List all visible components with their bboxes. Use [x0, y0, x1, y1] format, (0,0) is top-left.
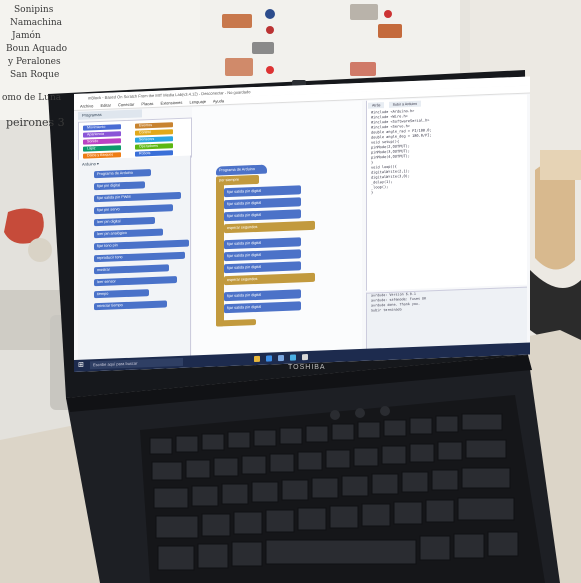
- category-label[interactable]: Sonido: [87, 139, 98, 143]
- console-output: avrdude: Version 6.0.1 avrdude: safemode…: [366, 286, 527, 352]
- category-label[interactable]: Sensores: [139, 137, 154, 142]
- palette-block[interactable]: leer sensor: [94, 276, 177, 287]
- script-block[interactable]: fijar salida pin digital: [224, 185, 301, 198]
- photo-scene: Sonipins Namachina Jamón Boun Aquado y P…: [0, 0, 581, 583]
- poster-line: Boun Aquado: [6, 44, 68, 54]
- script-block[interactable]: fijar salida pin digital: [224, 237, 301, 250]
- script-workspace[interactable]: Programa de Arduino por siempre fijar sa…: [192, 100, 362, 358]
- script-block[interactable]: esperar segundos: [224, 272, 315, 286]
- loop-end: [216, 319, 256, 327]
- app-icon[interactable]: [302, 354, 308, 361]
- script-block[interactable]: por siempre: [216, 174, 259, 186]
- palette-block[interactable]: leer pin analógico: [94, 228, 163, 239]
- category-label[interactable]: Operadores: [139, 144, 158, 149]
- block-palette: Arduino ▾ Programa de Arduino fijar pin …: [78, 155, 191, 360]
- taskbar-search[interactable]: Escribe aquí para buscar: [90, 357, 183, 370]
- poster-line: Namachina: [10, 18, 63, 28]
- menu-item[interactable]: Lenguaje: [189, 99, 205, 105]
- laptop-screen: mBlock - Based On Scratch From the MIT M…: [74, 76, 530, 373]
- file-explorer-icon[interactable]: [254, 355, 260, 363]
- script-block[interactable]: fijar salida pin digital: [224, 301, 301, 314]
- loop-block[interactable]: [216, 176, 224, 327]
- category-label[interactable]: Lápiz: [87, 146, 96, 150]
- palette-block[interactable]: tiempo: [94, 289, 149, 299]
- palette-block[interactable]: Programa de Arduino: [94, 169, 151, 179]
- palette-block[interactable]: leer pin digital: [94, 216, 155, 227]
- category-label[interactable]: Robots: [139, 151, 150, 155]
- palette-block[interactable]: fijar tono pin: [94, 239, 189, 251]
- script-block[interactable]: Programa de Arduino: [216, 164, 267, 176]
- windows-start-icon[interactable]: ⊞: [78, 362, 86, 370]
- script-block[interactable]: fijar salida pin digital: [224, 261, 301, 274]
- category-label[interactable]: Control: [139, 130, 151, 134]
- palette-block[interactable]: mostrar: [94, 264, 169, 275]
- menu-item[interactable]: Conectar: [118, 102, 134, 108]
- script-block[interactable]: fijar salida pin digital: [224, 197, 301, 210]
- poster-line: omo de Luna: [2, 93, 62, 103]
- script-block[interactable]: fijar salida pin digital: [224, 209, 301, 222]
- category-label[interactable]: Eventos: [139, 123, 152, 127]
- browser-icon[interactable]: [266, 355, 272, 362]
- code-panel: Atrás Subir a Arduino #include <Arduino.…: [366, 94, 527, 291]
- mblock-icon[interactable]: [290, 354, 296, 361]
- palette-block[interactable]: fijar pin digital: [94, 181, 145, 191]
- poster-line: y Peralones: [8, 57, 61, 67]
- category-label[interactable]: Movimiento: [87, 125, 105, 130]
- poster-line: Jamón: [12, 31, 41, 41]
- back-button[interactable]: Atrás: [368, 102, 385, 109]
- menu-item[interactable]: Archivo: [80, 103, 93, 109]
- script-block[interactable]: esperar segundos: [224, 220, 315, 234]
- poster-line: peirones 3: [6, 116, 65, 129]
- palette-block[interactable]: reproducir tono: [94, 251, 185, 263]
- menu-item[interactable]: Ayuda: [213, 98, 224, 103]
- menu-item[interactable]: Extensiones: [161, 100, 183, 106]
- tab-programs[interactable]: Programas: [78, 109, 142, 120]
- poster-line: Sonipins: [14, 5, 54, 15]
- poster-line: San Roque: [10, 70, 60, 80]
- category-label[interactable]: Apariencia: [87, 132, 104, 137]
- menu-item[interactable]: Placas: [141, 101, 153, 106]
- script-block[interactable]: fijar salida pin digital: [224, 289, 301, 302]
- upload-button[interactable]: Subir a Arduino: [388, 100, 422, 108]
- menu-item[interactable]: Editar: [100, 103, 110, 108]
- laptop-brand-logo: TOSHIBA: [288, 364, 326, 371]
- palette-block[interactable]: fijar salida pin PWM: [94, 191, 181, 203]
- palette-block[interactable]: fijar pin servo: [94, 204, 173, 215]
- palette-block[interactable]: reiniciar tiempo: [94, 300, 167, 311]
- script-block[interactable]: fijar salida pin digital: [224, 249, 301, 262]
- store-icon[interactable]: [278, 354, 284, 362]
